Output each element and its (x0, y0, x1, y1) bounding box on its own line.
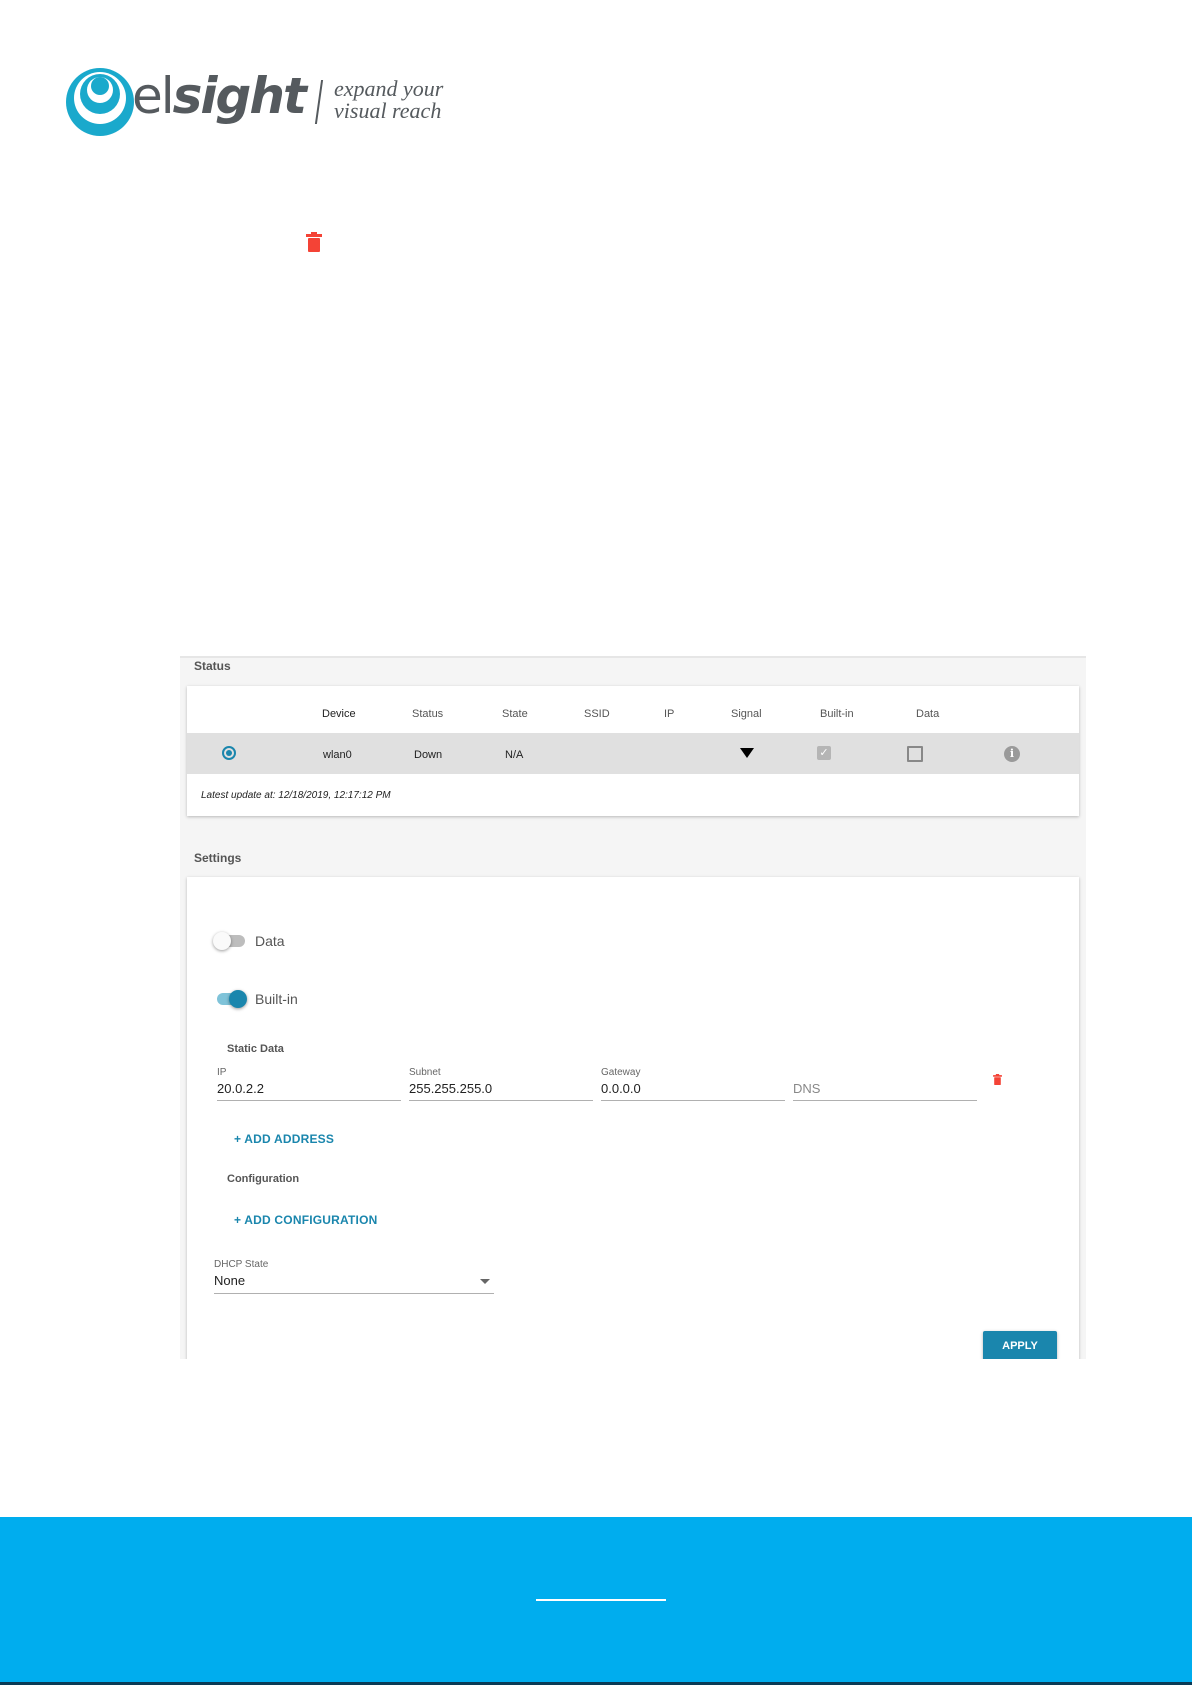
gateway-field[interactable]: 0.0.0.0 (601, 1081, 785, 1096)
data-toggle-label: Data (255, 933, 285, 949)
cell-status: Down (414, 749, 443, 761)
add-configuration-button[interactable]: + ADD CONFIGURATION (234, 1213, 377, 1227)
column-header-data: Data (916, 708, 940, 720)
built-in-toggle-knob (229, 990, 247, 1008)
column-header-ip: IP (664, 708, 675, 720)
ip-field-underline (217, 1100, 401, 1101)
subnet-field[interactable]: 255.255.255.0 (409, 1081, 593, 1096)
add-address-button[interactable]: + ADD ADDRESS (234, 1132, 334, 1146)
cell-state: N/A (505, 749, 524, 761)
subnet-field-underline (409, 1100, 593, 1101)
status-section-title: Status (194, 659, 231, 673)
dns-field-underline (793, 1100, 977, 1101)
footer-band (0, 1517, 1192, 1685)
network-panel: Status Device Status State SSID IP Signa… (180, 656, 1086, 1359)
column-header-signal: Signal (731, 708, 762, 720)
data-toggle[interactable]: Data (213, 931, 337, 951)
subnet-field-label: Subnet (409, 1067, 441, 1078)
column-header-device: Device (322, 708, 356, 720)
data-checkbox (907, 746, 923, 762)
dhcp-state-underline (214, 1293, 494, 1294)
info-icon[interactable]: i (1004, 746, 1020, 762)
built-in-toggle[interactable]: Built-in (217, 989, 337, 1009)
dns-field[interactable]: DNS (793, 1081, 977, 1096)
column-header-state: State (502, 708, 528, 720)
dhcp-state-select[interactable]: None (214, 1273, 494, 1295)
dhcp-state-value: None (214, 1273, 246, 1288)
column-header-ssid: SSID (584, 708, 610, 720)
ip-field-label: IP (217, 1067, 227, 1078)
settings-card: Data Built-in Static Data IP 20.0.2.2 Su… (187, 877, 1079, 1359)
wifi-signal-icon (740, 748, 754, 758)
gateway-field-label: Gateway (601, 1067, 641, 1078)
logo-tagline: expand your visual reach (334, 76, 444, 123)
configuration-title: Configuration (227, 1173, 300, 1185)
built-in-toggle-label: Built-in (255, 991, 298, 1007)
settings-section-title: Settings (194, 851, 242, 865)
cell-device: wlan0 (323, 749, 352, 761)
trash-icon[interactable] (306, 232, 322, 252)
latest-update-text: Latest update at: 12/18/2019, 12:17:12 P… (201, 790, 391, 801)
row-select-radio[interactable] (222, 746, 236, 760)
logo-wordmark: elsight (132, 67, 307, 125)
status-card: Device Status State SSID IP Signal Built… (187, 686, 1079, 816)
built-in-checkbox: ✓ (817, 746, 831, 760)
table-row[interactable]: wlan0 Down N/A ✓ i (187, 733, 1079, 774)
apply-button[interactable]: APPLY (983, 1331, 1057, 1359)
caret-down-icon (480, 1279, 490, 1284)
dhcp-state-label: DHCP State (214, 1259, 269, 1270)
column-header-status: Status (412, 708, 444, 720)
logo-separator (314, 80, 324, 124)
static-data-title: Static Data (227, 1043, 284, 1055)
gateway-field-underline (601, 1100, 785, 1101)
ip-field[interactable]: 20.0.2.2 (217, 1081, 401, 1096)
column-header-built-in: Built-in (820, 708, 854, 720)
footer-link-underline[interactable] (536, 1599, 666, 1601)
trash-icon[interactable] (993, 1074, 1002, 1085)
elsight-logo-mark (66, 68, 134, 136)
data-toggle-knob (213, 932, 231, 950)
